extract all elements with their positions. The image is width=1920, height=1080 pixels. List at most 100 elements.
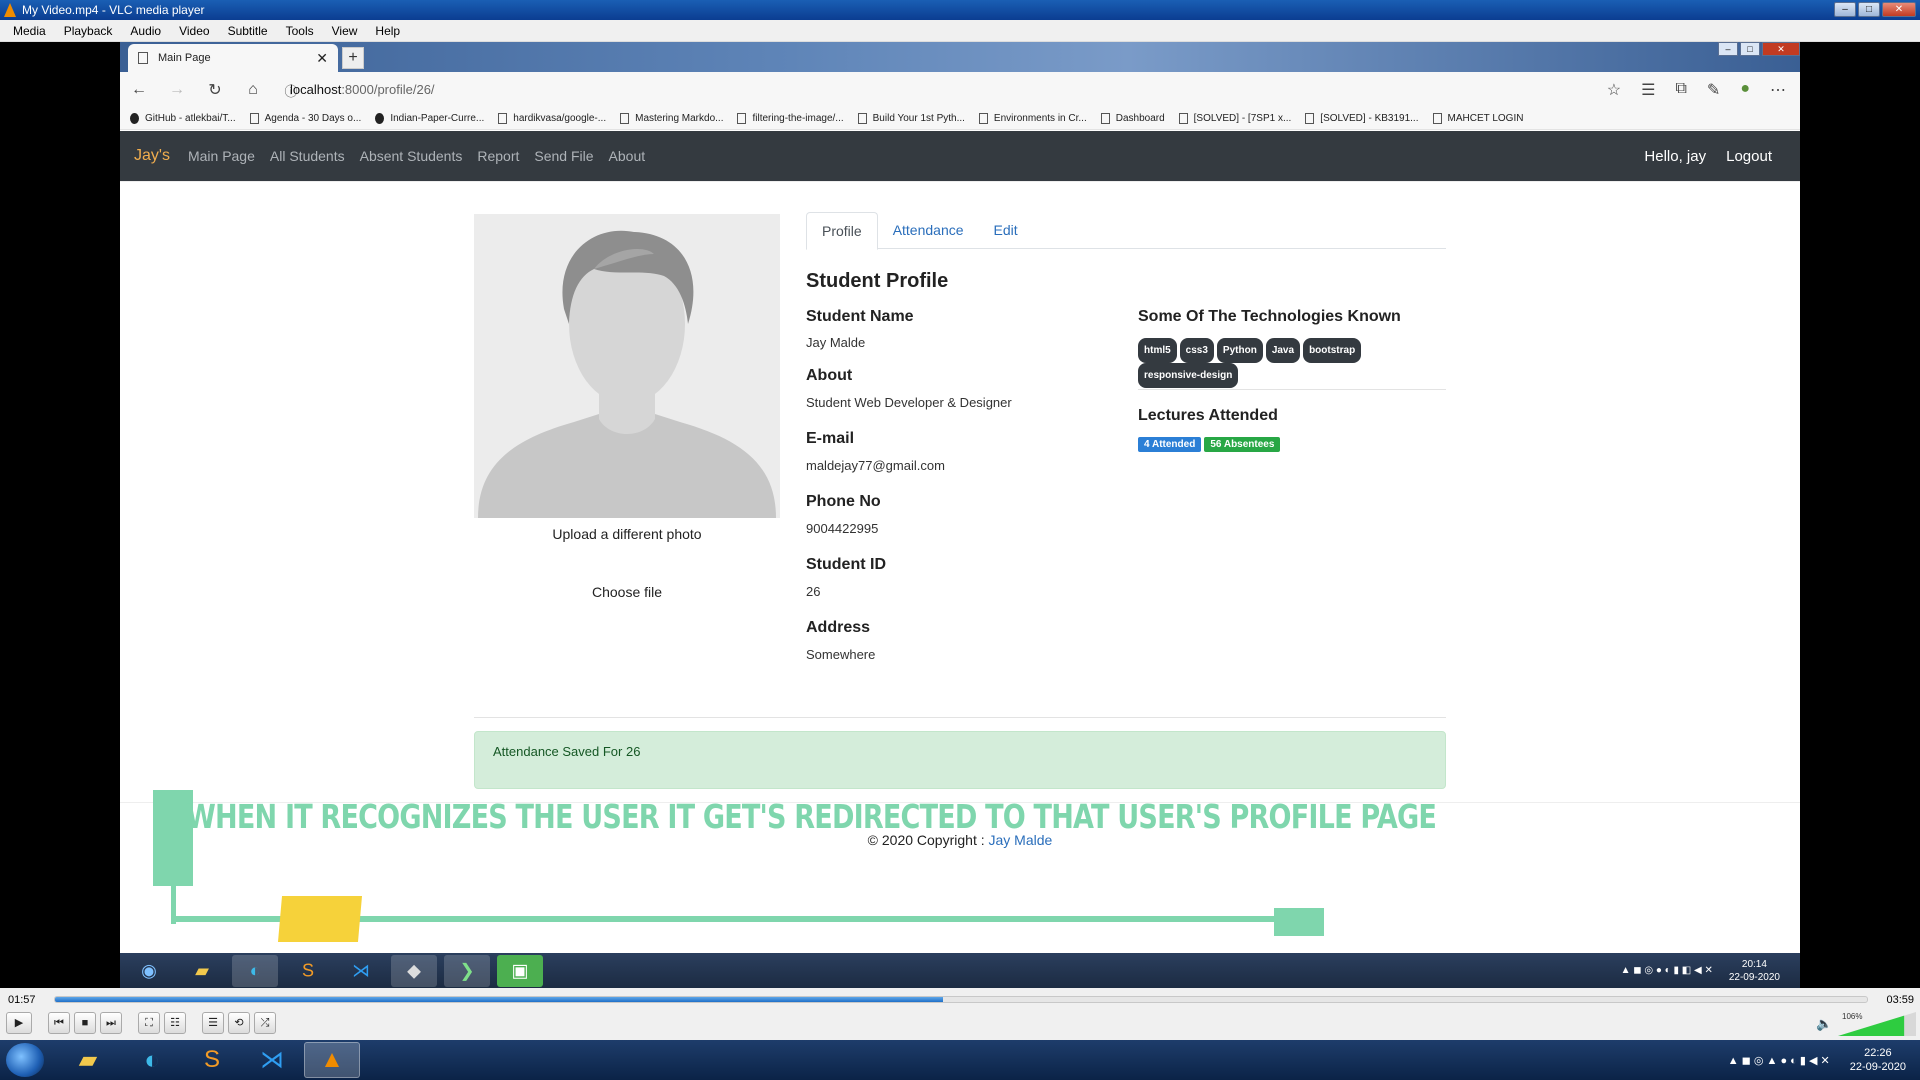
recorded-terminal-icon: ❯ <box>444 954 490 987</box>
nav-send-file[interactable]: Send File <box>534 148 593 164</box>
field-label-phone: Phone No <box>806 493 881 510</box>
speaker-icon[interactable]: 🔈 <box>1816 1016 1832 1032</box>
maximize-icon[interactable]: □ <box>1858 2 1880 17</box>
profile-photo <box>474 214 780 518</box>
menu-playback[interactable]: Playback <box>55 24 122 38</box>
choose-file-button[interactable]: Choose file <box>474 584 780 600</box>
nav-all-students[interactable]: All Students <box>270 148 345 164</box>
seek-bar[interactable] <box>54 996 1868 1003</box>
system-clock[interactable]: 22:26 22-09-2020 <box>1850 1046 1906 1074</box>
extended-settings-icon[interactable]: ☷ <box>164 1012 186 1034</box>
browser-maximize-icon[interactable]: □ <box>1740 42 1760 56</box>
site-brand[interactable]: Jay's <box>134 147 170 165</box>
bookmark-item[interactable]: Mastering Markdo... <box>620 113 723 124</box>
tab-close-icon[interactable]: ✕ <box>316 50 328 67</box>
share-icon[interactable]: ✎ <box>1707 80 1720 100</box>
bookmark-item[interactable]: Indian-Paper-Curre... <box>375 113 484 124</box>
tab-attendance[interactable]: Attendance <box>878 212 979 248</box>
bookmark-item[interactable]: GitHub - atlekbai/T... <box>130 113 236 124</box>
tray-icons[interactable]: ▲ ◼ ◎ ▲ ● ◐ ▮ ◀ ✕ <box>1728 1054 1830 1067</box>
divider <box>1138 389 1446 390</box>
menu-help[interactable]: Help <box>366 24 409 38</box>
page-icon <box>138 52 148 64</box>
nav-report[interactable]: Report <box>477 148 519 164</box>
menu-tools[interactable]: Tools <box>277 24 323 38</box>
shuffle-icon[interactable]: ⤮ <box>254 1012 276 1034</box>
recorded-explorer-icon: ▰ <box>195 960 209 980</box>
tech-heading: Some Of The Technologies Known <box>1138 308 1401 325</box>
star-icon[interactable]: ☆ <box>1607 80 1621 100</box>
minimize-icon[interactable]: – <box>1834 2 1856 17</box>
nav-main-page[interactable]: Main Page <box>188 148 255 164</box>
browser-minimize-icon[interactable]: – <box>1718 42 1738 56</box>
volume-label: 106% <box>1842 1012 1863 1021</box>
close-icon[interactable]: ✕ <box>1882 2 1916 17</box>
tech-badge: responsive-design <box>1138 363 1239 388</box>
stop-icon[interactable]: ■ <box>74 1012 96 1034</box>
vlc-window-title: My Video.mp4 - VLC media player <box>22 3 205 17</box>
recorded-start-icon: ◉ <box>141 960 157 980</box>
fullscreen-icon[interactable]: ⛶ <box>138 1012 160 1034</box>
recorded-taskbar: ◉ ▰ ◐ S ⋊ ◆ ❯ ▣ ▲ ◼ ◎ ● ◐ ▮ ◧ ◀ ✕ 20:14 2… <box>120 953 1800 988</box>
attended-badge: 4 Attended <box>1138 437 1202 452</box>
browser-close-icon[interactable]: ✕ <box>1762 42 1800 56</box>
menu-video[interactable]: Video <box>170 24 218 38</box>
field-value-email: maldejay77@gmail.com <box>806 458 945 473</box>
browser-tab[interactable]: Main Page ✕ <box>128 44 338 72</box>
tab-edit[interactable]: Edit <box>979 212 1033 248</box>
bookmark-item[interactable]: Build Your 1st Pyth... <box>857 113 965 124</box>
bookmark-item[interactable]: filtering-the-image/... <box>737 113 844 124</box>
absent-badge: 56 Absentees <box>1204 437 1281 452</box>
logout-link[interactable]: Logout <box>1726 148 1772 165</box>
bookmark-item[interactable]: Agenda - 30 Days o... <box>249 113 361 124</box>
back-icon[interactable]: ← <box>120 81 158 99</box>
bookmark-item[interactable]: Environments in Cr... <box>978 113 1087 124</box>
bookmark-item[interactable]: hardikvasa/google-... <box>498 113 606 124</box>
nav-about[interactable]: About <box>609 148 646 164</box>
taskbar-sublime-icon[interactable]: S <box>184 1042 240 1078</box>
playlist-icon[interactable]: ☰ <box>202 1012 224 1034</box>
menu-media[interactable]: Media <box>4 24 55 38</box>
bookmark-item[interactable]: Dashboard <box>1100 113 1165 124</box>
more-icon[interactable]: ⋯ <box>1770 80 1786 100</box>
page-icon <box>1178 113 1188 124</box>
taskbar-vscode-icon[interactable]: ⋊ <box>244 1042 300 1078</box>
home-icon[interactable]: ⌂ <box>234 81 272 99</box>
recorded-git-icon: ◆ <box>391 954 437 987</box>
previous-icon[interactable]: ⏮ <box>48 1012 70 1034</box>
field-label-student-id: Student ID <box>806 556 886 573</box>
recorded-camera-icon: ▣ <box>497 954 543 987</box>
vlc-menu-bar: Media Playback Audio Video Subtitle Tool… <box>0 20 1920 42</box>
bookmarks-bar: GitHub - atlekbai/T... Agenda - 30 Days … <box>120 108 1800 130</box>
menu-subtitle[interactable]: Subtitle <box>219 24 277 38</box>
url-field[interactable]: localhost:8000/profile/26/ <box>290 82 435 97</box>
tab-profile[interactable]: Profile <box>806 212 878 250</box>
page-title: Student Profile <box>806 270 949 292</box>
caption-box-decoration <box>1274 908 1324 936</box>
taskbar-edge-icon[interactable]: ◐ <box>124 1042 180 1078</box>
profile-avatar-icon[interactable]: ● <box>1740 80 1750 100</box>
taskbar-vlc-icon[interactable]: ▲ <box>304 1042 360 1078</box>
reload-icon[interactable]: ↻ <box>196 80 234 100</box>
forward-icon[interactable]: → <box>158 81 196 99</box>
new-tab-button[interactable]: + <box>342 47 364 69</box>
play-icon[interactable]: ▶ <box>6 1012 32 1034</box>
menu-audio[interactable]: Audio <box>121 24 170 38</box>
favorites-icon[interactable]: ☰ <box>1641 80 1655 100</box>
field-label-name: Student Name <box>806 308 914 325</box>
caption-yellow-decoration <box>277 896 363 942</box>
loop-icon[interactable]: ⟲ <box>228 1012 250 1034</box>
url-host: localhost <box>290 82 342 97</box>
menu-view[interactable]: View <box>323 24 367 38</box>
bookmark-item[interactable]: [SOLVED] - [7SP1 x... <box>1178 113 1291 124</box>
next-icon[interactable]: ⏭ <box>100 1012 122 1034</box>
field-value-address: Somewhere <box>806 647 876 662</box>
collections-icon[interactable]: ⧉ <box>1675 80 1686 100</box>
bookmark-item[interactable]: [SOLVED] - KB3191... <box>1305 113 1419 124</box>
recorded-clock: 20:14 22-09-2020 <box>1728 958 1780 983</box>
start-button[interactable] <box>6 1043 44 1077</box>
bookmark-item[interactable]: MAHCET LOGIN <box>1432 113 1523 124</box>
nav-absent-students[interactable]: Absent Students <box>360 148 463 164</box>
vlc-cone-icon <box>4 3 16 17</box>
taskbar-explorer-icon[interactable]: ▰ <box>60 1042 116 1078</box>
